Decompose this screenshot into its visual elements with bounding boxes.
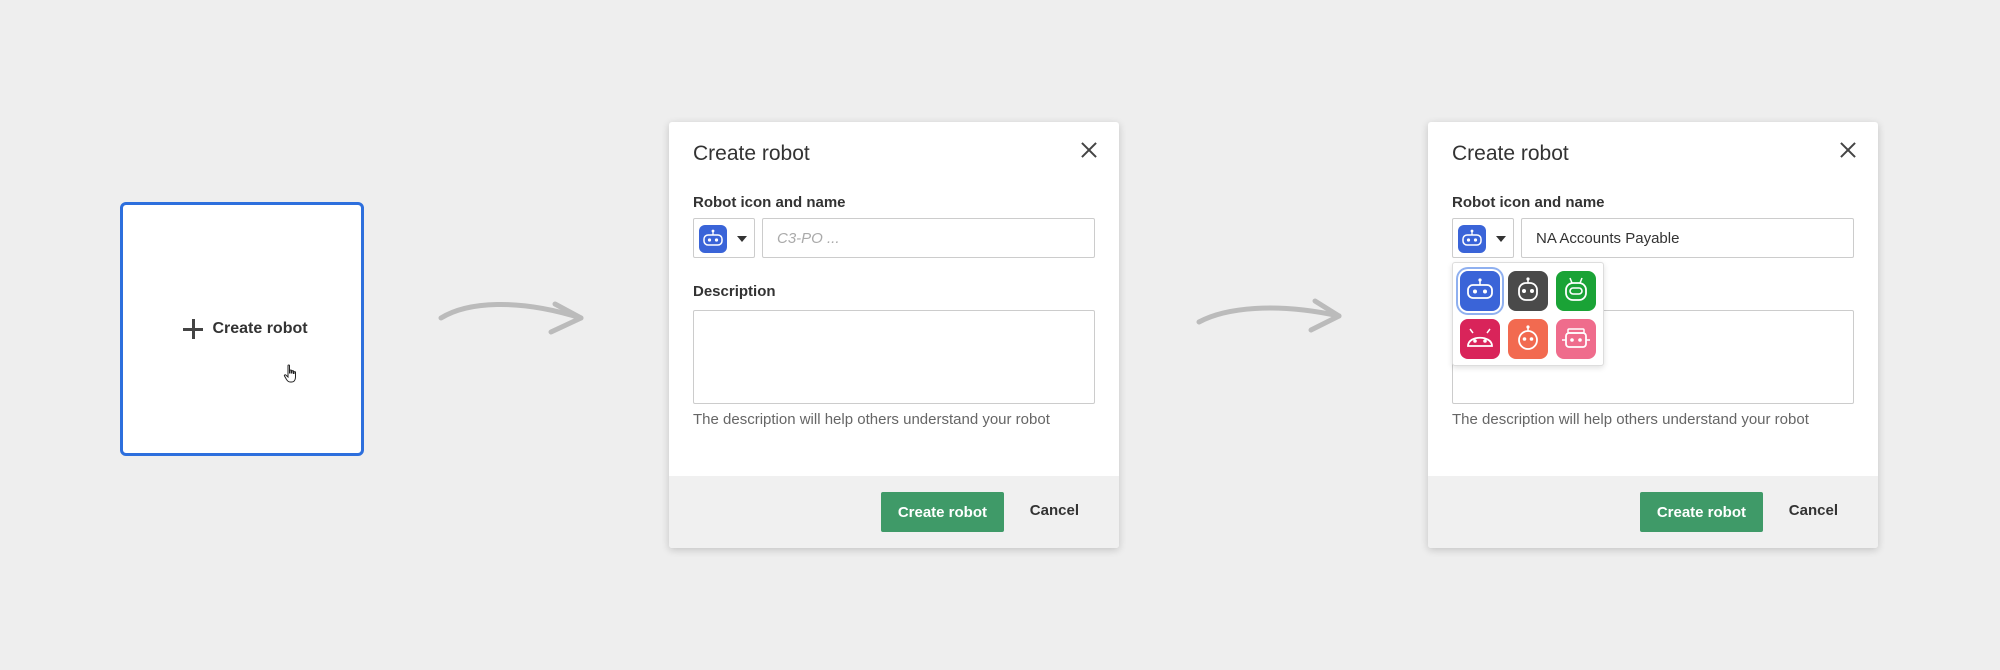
robot-green-icon[interactable] (1556, 271, 1596, 311)
robot-name-input[interactable] (762, 218, 1095, 258)
dialog-footer: Create robot Cancel (1428, 476, 1878, 548)
description-label: Description (693, 283, 776, 300)
dialog-title: Create robot (693, 142, 810, 165)
cancel-button[interactable]: Cancel (1789, 502, 1838, 519)
description-hint: The description will help others underst… (693, 411, 1050, 428)
robot-icon-dropdown (1452, 262, 1604, 366)
create-robot-dialog-filled: Create robot Robot icon and name The des… (1428, 122, 1878, 548)
create-robot-card-label: Create robot (212, 320, 308, 337)
close-icon[interactable] (1079, 140, 1099, 160)
arrow-right-icon (438, 301, 584, 335)
description-input[interactable] (693, 310, 1095, 404)
create-robot-dialog: Create robot Robot icon and name Descrip… (669, 122, 1119, 548)
hand-pointer-icon (283, 364, 296, 383)
robot-coral-icon[interactable] (1508, 319, 1548, 359)
robot-pink-icon[interactable] (1556, 319, 1596, 359)
plus-icon (182, 318, 204, 340)
robot-icon-picker[interactable] (693, 218, 755, 258)
robot-name-label: Robot icon and name (693, 194, 846, 211)
chevron-down-icon (1496, 236, 1506, 242)
create-robot-button[interactable]: Create robot (1639, 492, 1763, 532)
create-robot-card-button[interactable]: Create robot (182, 318, 308, 340)
description-hint: The description will help others underst… (1452, 411, 1809, 428)
chevron-down-icon (737, 236, 747, 242)
dialog-footer: Create robot Cancel (669, 476, 1119, 548)
create-robot-button[interactable]: Create robot (880, 492, 1004, 532)
robot-blue-icon (699, 225, 727, 253)
create-robot-card[interactable]: Create robot (120, 202, 364, 456)
robot-name-label: Robot icon and name (1452, 194, 1605, 211)
dialog-title: Create robot (1452, 142, 1569, 165)
robot-crimson-icon[interactable] (1460, 319, 1500, 359)
robot-gray-icon[interactable] (1508, 271, 1548, 311)
cancel-button[interactable]: Cancel (1030, 502, 1079, 519)
robot-blue-icon[interactable] (1460, 271, 1500, 311)
close-icon[interactable] (1838, 140, 1858, 160)
robot-name-input[interactable] (1521, 218, 1854, 258)
robot-blue-icon (1458, 225, 1486, 253)
arrow-right-icon (1196, 298, 1342, 333)
robot-icon-picker[interactable] (1452, 218, 1514, 258)
